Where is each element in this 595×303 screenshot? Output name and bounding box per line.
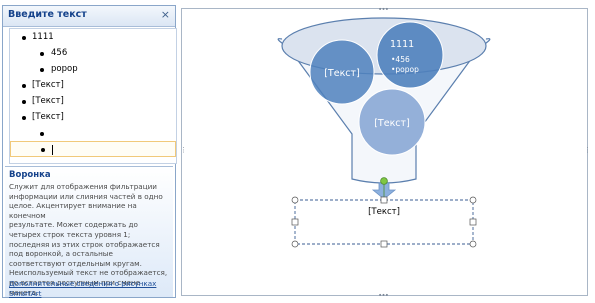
bullet-icon — [22, 84, 26, 88]
bullet-icon — [40, 68, 44, 72]
resize-handle[interactable] — [469, 218, 477, 226]
description-line: соответствуют отдельным кругам. — [9, 258, 142, 268]
circle-left-text[interactable]: [Текст] — [324, 68, 360, 79]
sizing-handles[interactable] — [291, 196, 477, 248]
close-icon[interactable]: × — [161, 8, 170, 22]
bullet-icon — [22, 100, 26, 104]
circle-right-title[interactable]: 1111 — [390, 39, 414, 50]
list-item-text[interactable]: [Текст] — [32, 96, 64, 106]
bullet-icon — [22, 36, 26, 40]
funnel-diagram: [Текст] 1111 •456 •ророр [Текст] [Текст] — [277, 17, 491, 248]
description-line: под воронкой, а остальные — [9, 249, 113, 259]
layout-name: Воронка — [9, 170, 51, 180]
resize-handle[interactable] — [380, 240, 388, 248]
list-item-text[interactable]: 1111 — [32, 32, 54, 42]
link-line[interactable]: Дополнительные сведения о рисунках — [9, 279, 169, 289]
description-line: Неиспользуемый текст не отображается, — [9, 268, 168, 278]
circle-right-item[interactable]: •456 — [391, 55, 410, 64]
list-item[interactable]: [Текст] — [10, 110, 176, 126]
resize-handle[interactable] — [291, 240, 299, 248]
more-info-link[interactable]: Дополнительные сведения о рисунках Smart… — [9, 279, 169, 298]
circle-right[interactable] — [376, 21, 444, 89]
description-line: целое. Акцентирует внимание на конечном — [9, 201, 137, 220]
layout-description: Воронка Служит для отображения фильтраци… — [5, 166, 173, 298]
rotate-handle-icon[interactable] — [380, 177, 388, 185]
resize-handle[interactable] — [380, 196, 388, 204]
description-line: Служит для отображения фильтрации — [9, 182, 157, 191]
list-item[interactable]: 1111 — [10, 30, 176, 46]
bullet-icon — [40, 52, 44, 56]
description-line: информации или слияния частей в одно — [9, 191, 163, 201]
description-line: четырех строк текста уровня 1; — [9, 229, 131, 239]
text-pane-header: Введите текст × — [3, 6, 175, 27]
bullet-icon — [22, 116, 26, 120]
list-item[interactable]: [Текст] — [10, 94, 176, 110]
circle-bottom-text[interactable]: [Текст] — [374, 118, 410, 129]
link-line[interactable]: SmartArt — [9, 289, 169, 299]
resize-handle[interactable] — [469, 240, 477, 248]
result-box-text[interactable]: [Текст] — [368, 207, 400, 217]
bullet-icon — [41, 148, 45, 152]
list-item[interactable] — [10, 126, 176, 142]
list-item-editing[interactable] — [10, 141, 176, 157]
resize-handle[interactable] — [291, 196, 299, 204]
text-pane: Введите текст × 1111 456 ророр [Текст] [… — [2, 5, 177, 298]
list-item-text[interactable]: ророр — [51, 64, 78, 74]
description-line: последняя из этих строк отображается — [9, 239, 160, 249]
list-item-text[interactable]: [Текст] — [32, 112, 64, 122]
text-caret — [52, 145, 53, 155]
description-line: результате. Может содержать до — [9, 220, 138, 230]
text-pane-title: Введите текст — [8, 9, 87, 20]
bullet-list[interactable]: 1111 456 ророр [Текст] [Текст] [Текст] — [9, 28, 177, 164]
bullet-icon — [40, 132, 44, 136]
list-item-text[interactable]: [Текст] — [32, 80, 64, 90]
resize-handle[interactable] — [469, 196, 477, 204]
list-item[interactable]: ророр — [10, 62, 176, 78]
resize-handle[interactable] — [291, 218, 299, 226]
list-item[interactable]: [Текст] — [10, 78, 176, 94]
list-item[interactable]: 456 — [10, 46, 176, 62]
list-item-text[interactable]: 456 — [51, 48, 67, 58]
circle-right-item[interactable]: •ророр — [391, 65, 419, 74]
smartart-canvas[interactable]: ∙∙∙ ∙∙∙ ⋮ ⋮ [Текст] 1111 •456 •ророр [Те… — [180, 6, 591, 299]
